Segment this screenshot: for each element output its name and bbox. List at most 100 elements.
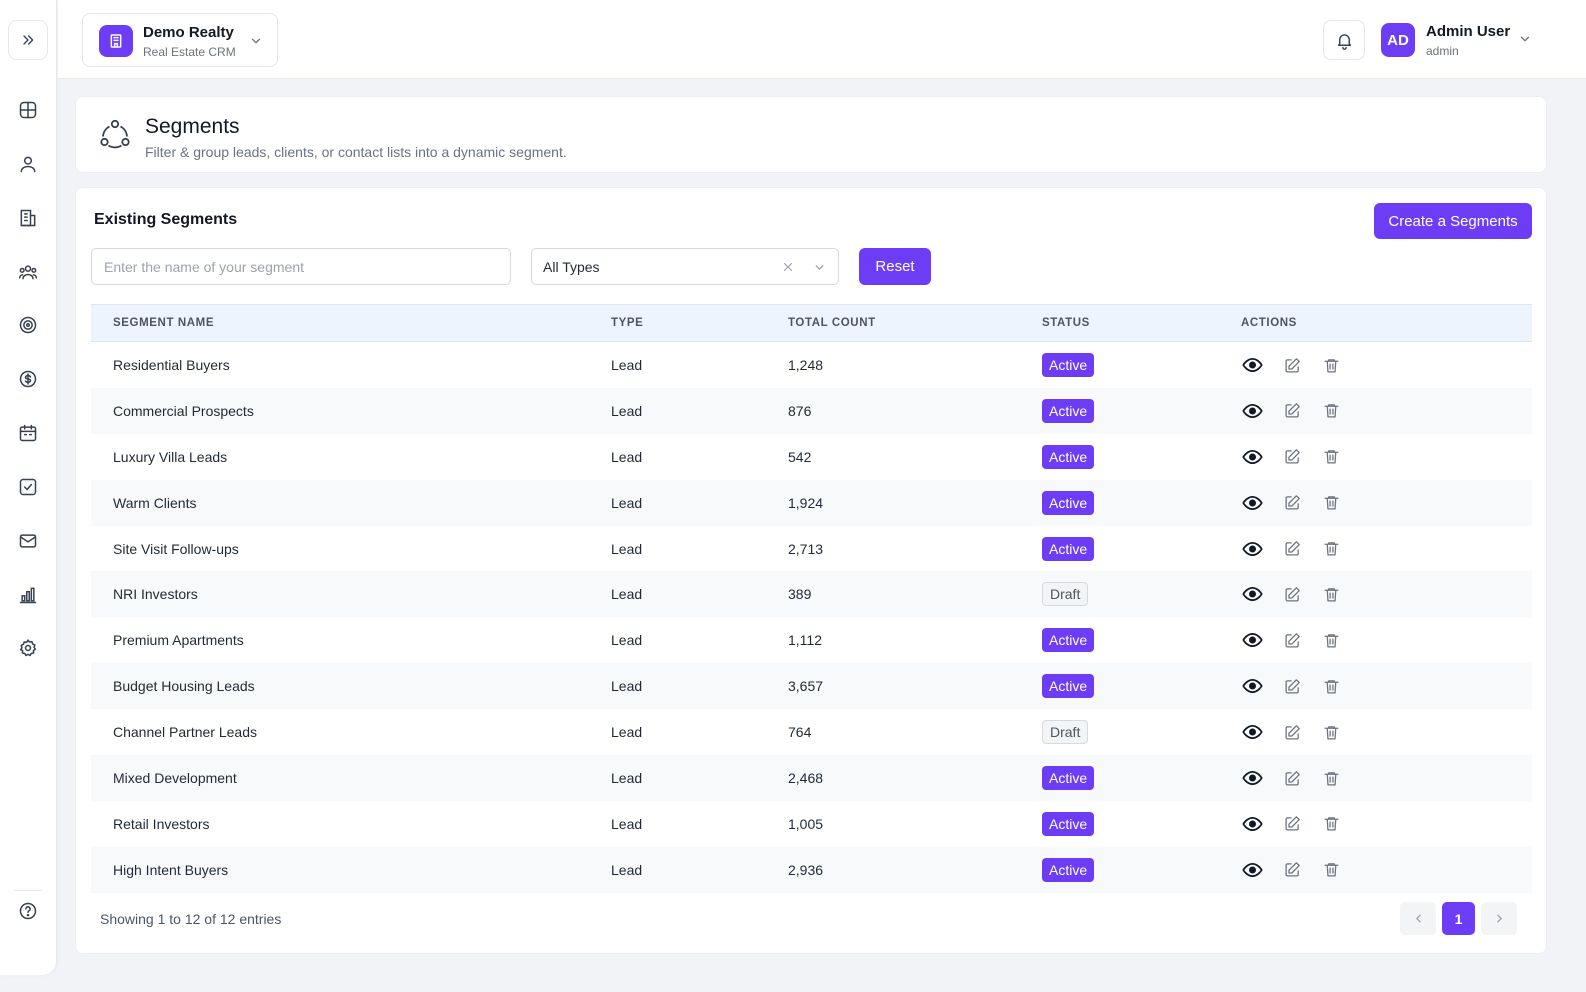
nav-tasks[interactable] [14,473,42,501]
user-role: admin [1426,44,1459,58]
table-row: Commercial Prospects Lead 876 Active [91,387,1532,434]
edit-segment-button[interactable] [1281,814,1303,834]
delete-segment-button[interactable] [1320,584,1342,604]
clear-icon[interactable] [782,261,794,273]
view-segment-button[interactable] [1241,860,1263,880]
column-header-name: SEGMENT NAME [113,317,215,329]
view-segment-button[interactable] [1241,447,1263,467]
user-menu[interactable]: AD Admin User admin [1381,22,1541,60]
segment-type-cell: Lead [611,586,643,603]
nav-reports[interactable] [14,581,42,609]
nav-help[interactable] [14,897,42,925]
bar-chart-icon [19,587,37,604]
edit-segment-button[interactable] [1281,355,1303,375]
delete-segment-button[interactable] [1320,676,1342,696]
table-row: Mixed Development Lead 2,468 Active [91,755,1532,801]
status-badge: Active [1042,628,1095,653]
segment-count-cell: 1,248 [788,357,824,373]
org-switcher[interactable]: Demo Realty Real Estate CRM [82,13,278,67]
nav-goals[interactable] [14,311,42,339]
chevron-down-icon [251,38,261,44]
view-segment-button[interactable] [1241,768,1263,788]
trash-icon [1323,588,1339,602]
edit-icon [1284,632,1300,648]
status-badge: Active [1042,490,1095,515]
view-segment-button[interactable] [1241,539,1263,559]
edit-segment-button[interactable] [1281,401,1303,421]
create-segment-button[interactable]: Create a Segments [1374,203,1532,239]
status-badge: Draft [1042,582,1089,607]
nav-calendar[interactable] [14,419,42,447]
edit-segment-button[interactable] [1281,722,1303,742]
segment-count-cell: 876 [788,402,812,419]
nav-finance[interactable] [14,365,42,393]
delete-segment-button[interactable] [1320,493,1342,513]
page-button-current[interactable]: 1 [1442,902,1475,935]
table-body: Residential Buyers Lead 1,248 Active Commerc… [91,342,1532,893]
nav-mail[interactable] [14,527,42,555]
segment-type-cell: Lead [611,632,643,649]
table-row: NRI Investors Lead 389 Draft [91,571,1532,618]
segment-search-input[interactable] [91,248,511,285]
delete-segment-button[interactable] [1320,722,1342,742]
segment-count-cell: 764 [788,724,812,741]
type-filter-value: All Types [543,259,600,275]
topbar: Demo Realty Real Estate CRM AD Admin Use… [58,0,1586,79]
avatar: AD [1381,23,1415,57]
nav-dashboard[interactable] [14,96,42,124]
view-segment-button[interactable] [1241,584,1263,604]
view-segment-button[interactable] [1241,676,1263,696]
pagination: 1 [1400,902,1517,935]
nav-users[interactable] [14,150,42,178]
org-subtitle: Real Estate CRM [143,45,236,59]
view-segment-button[interactable] [1241,401,1263,421]
eye-icon [1241,862,1263,877]
segment-count-cell: 1,112 [788,632,822,649]
edit-segment-button[interactable] [1281,860,1303,880]
page-header: Segments Filter & group leads, clients, … [75,96,1547,173]
table-row: Retail Investors Lead 1,005 Active [91,801,1532,847]
nav-settings[interactable] [14,634,42,662]
card-title: Existing Segments [94,211,238,228]
delete-segment-button[interactable] [1320,447,1342,467]
edit-segment-button[interactable] [1281,539,1303,559]
table-row: Warm Clients Lead 1,924 Active [91,479,1532,526]
user-icon [20,156,36,173]
prev-page-button[interactable] [1400,902,1436,935]
expand-sidebar-button[interactable] [8,20,48,60]
edit-segment-button[interactable] [1281,447,1303,467]
segments-card: Existing Segments Create a Segments All … [75,187,1547,954]
delete-segment-button[interactable] [1320,768,1342,788]
view-segment-button[interactable] [1241,355,1263,375]
edit-segment-button[interactable] [1281,584,1303,604]
delete-segment-button[interactable] [1320,630,1342,650]
edit-icon [1284,403,1300,418]
delete-segment-button[interactable] [1320,814,1342,834]
edit-icon [1284,816,1300,831]
delete-segment-button[interactable] [1320,355,1342,375]
type-filter-select[interactable]: All Types [531,248,839,285]
view-segment-button[interactable] [1241,722,1263,742]
edit-segment-button[interactable] [1281,493,1303,513]
sidebar [0,0,57,975]
next-page-button[interactable] [1481,902,1517,935]
user-name: Admin User [1426,23,1511,40]
table-row: Channel Partner Leads Lead 764 Draft [91,709,1532,755]
view-segment-button[interactable] [1241,630,1263,650]
delete-segment-button[interactable] [1320,860,1342,880]
view-segment-button[interactable] [1241,814,1263,834]
sidebar-divider [14,890,42,891]
reset-button[interactable]: Reset [859,248,931,285]
nav-teams[interactable] [14,258,42,286]
delete-segment-button[interactable] [1320,401,1342,421]
view-segment-button[interactable] [1241,493,1263,513]
status-badge: Active [1042,398,1095,423]
building-icon [20,209,36,227]
notifications-button[interactable] [1323,20,1365,60]
edit-segment-button[interactable] [1281,630,1303,650]
delete-segment-button[interactable] [1320,539,1342,559]
edit-segment-button[interactable] [1281,676,1303,696]
status-badge: Draft [1042,720,1089,745]
edit-segment-button[interactable] [1281,768,1303,788]
nav-properties[interactable] [14,204,42,232]
